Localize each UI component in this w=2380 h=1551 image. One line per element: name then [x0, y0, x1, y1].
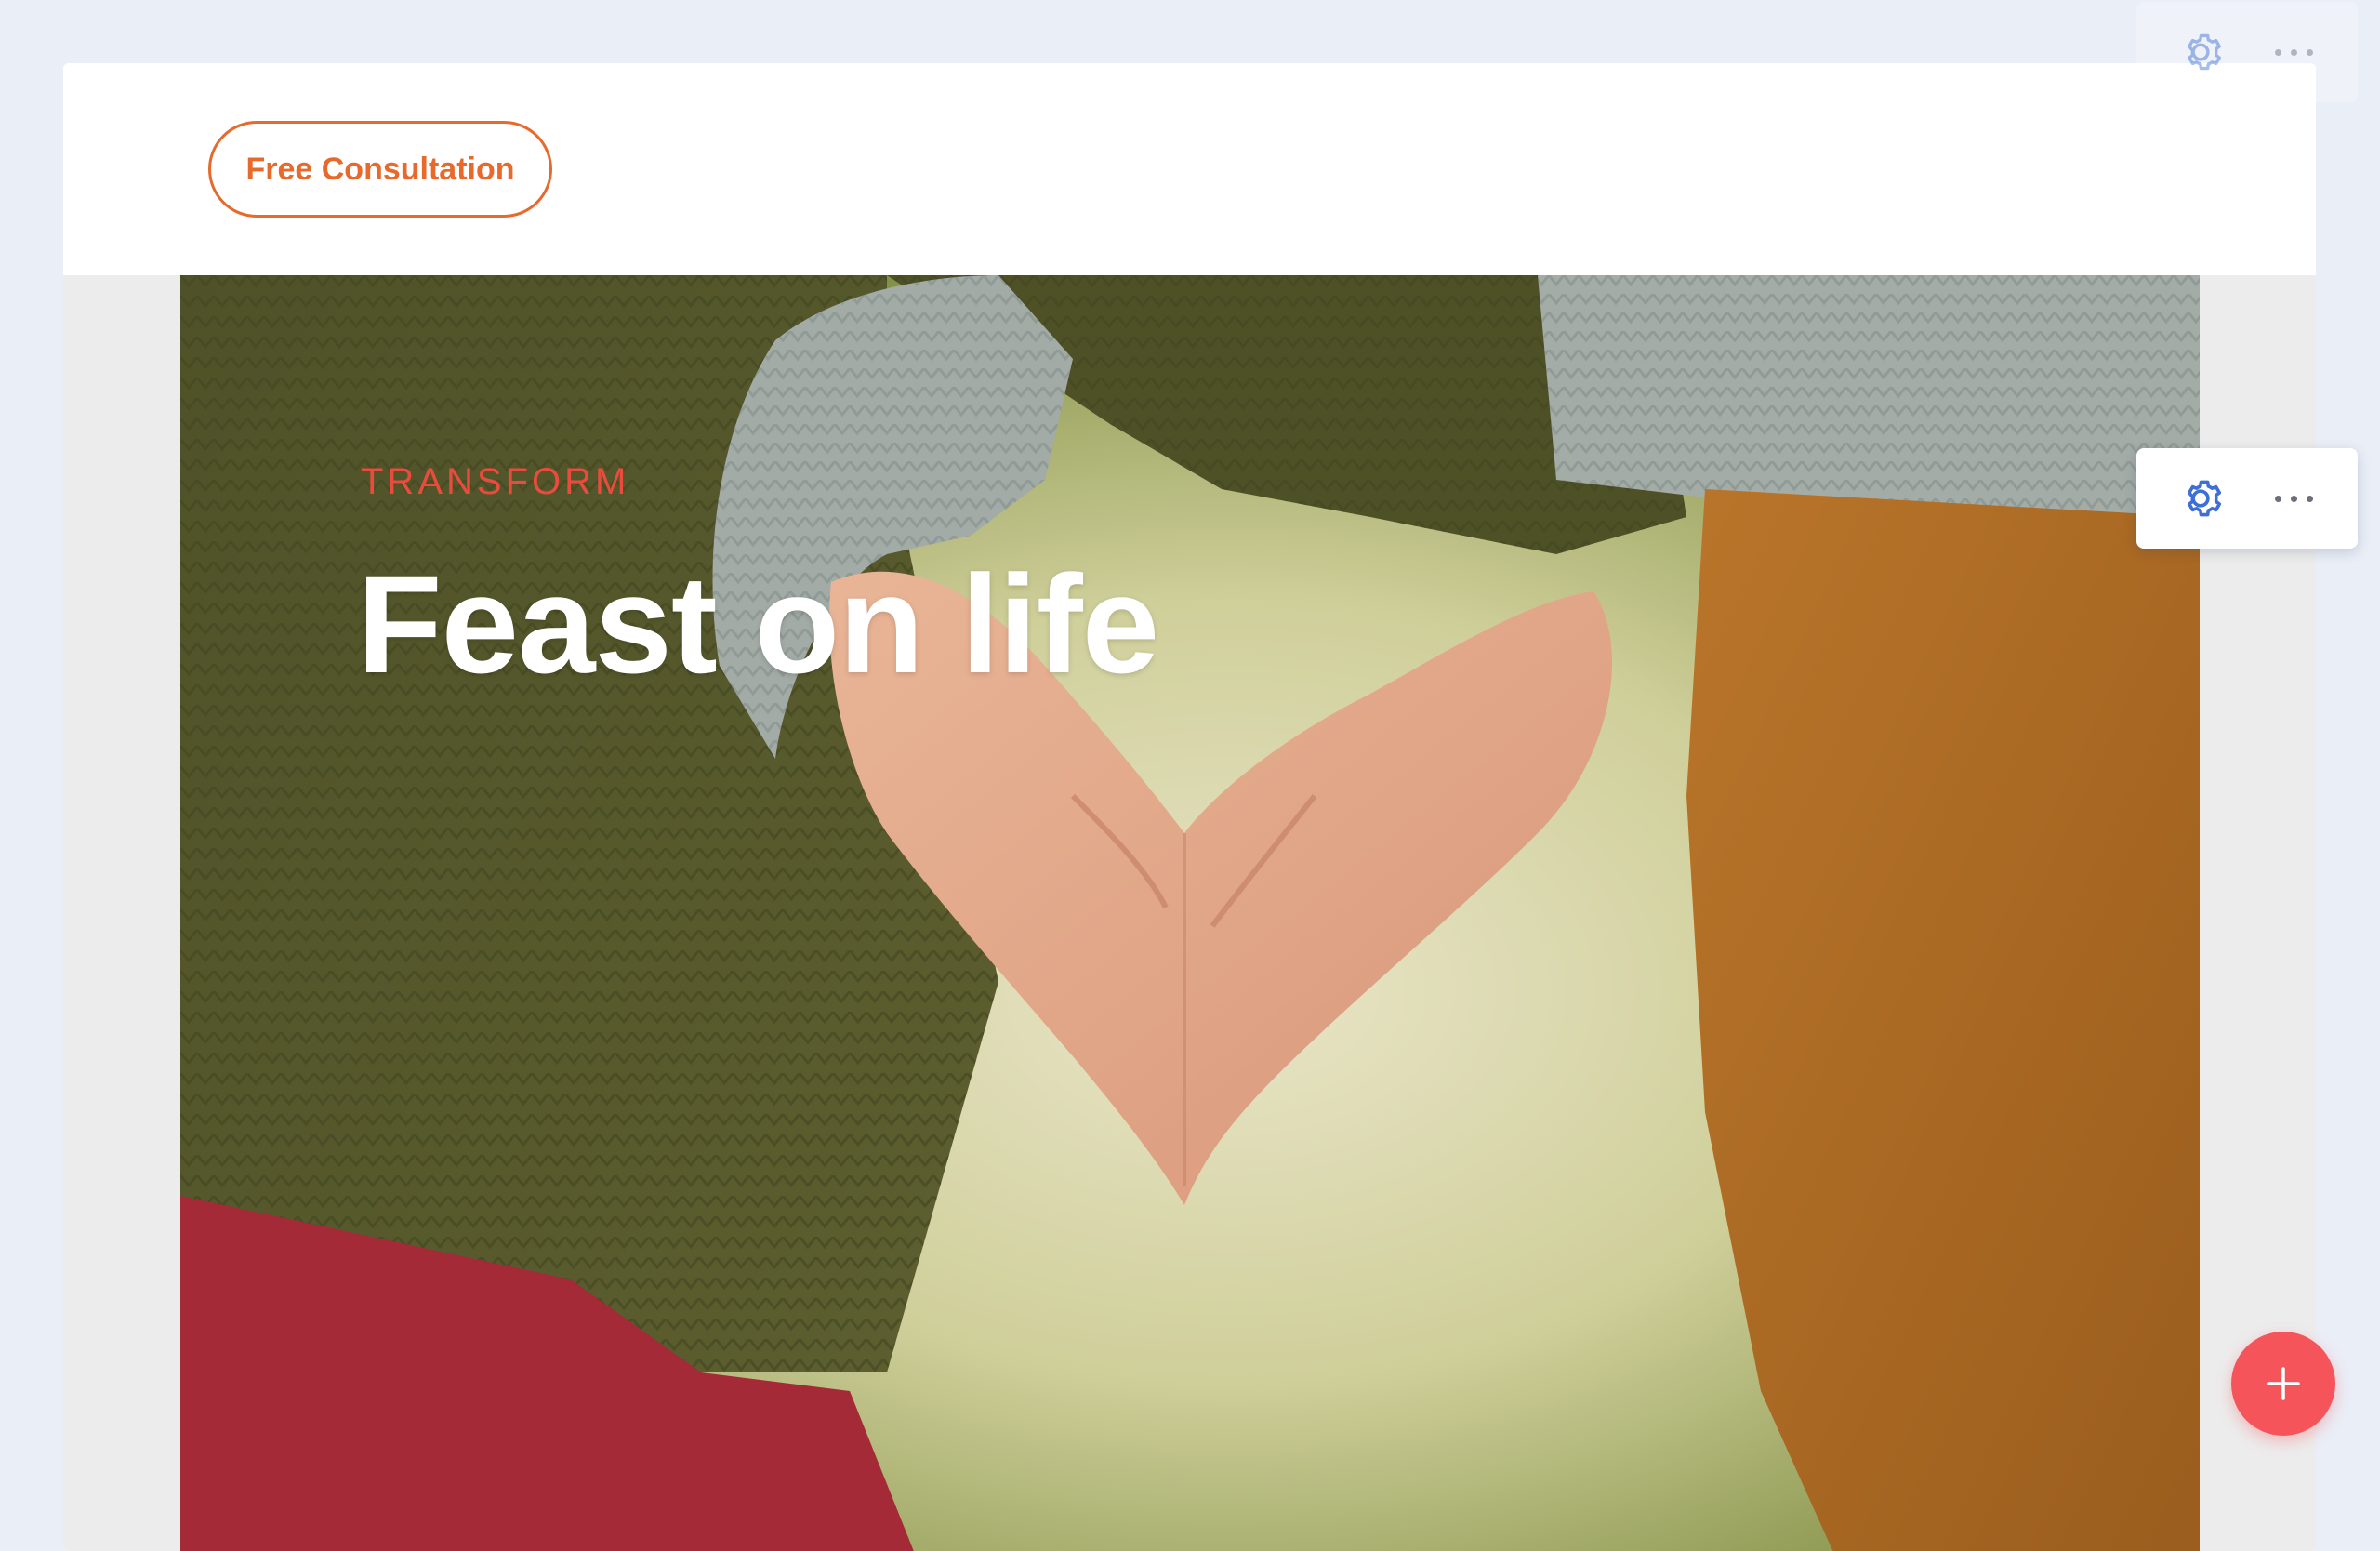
plus-icon: [2267, 1367, 2300, 1400]
page-card: Free Consultation TRANSFORM Feast on lif…: [63, 63, 2316, 1551]
more-dots-icon[interactable]: [2257, 15, 2332, 89]
hero-section: TRANSFORM Feast on life: [63, 275, 2316, 1551]
hero-eyebrow: TRANSFORM: [361, 461, 630, 502]
hero-background-image: TRANSFORM Feast on life: [180, 275, 2200, 1551]
gear-icon[interactable]: [2163, 461, 2238, 536]
add-section-button[interactable]: [2231, 1332, 2335, 1436]
more-dots-icon[interactable]: [2257, 461, 2332, 536]
gear-icon[interactable]: [2163, 15, 2238, 89]
header-section-toolbar: [2136, 2, 2358, 102]
header-section: Free Consultation: [63, 63, 2316, 275]
free-consultation-button[interactable]: Free Consultation: [208, 121, 552, 218]
hero-title: Feast on life: [357, 546, 1159, 702]
hero-section-toolbar: [2136, 448, 2358, 549]
